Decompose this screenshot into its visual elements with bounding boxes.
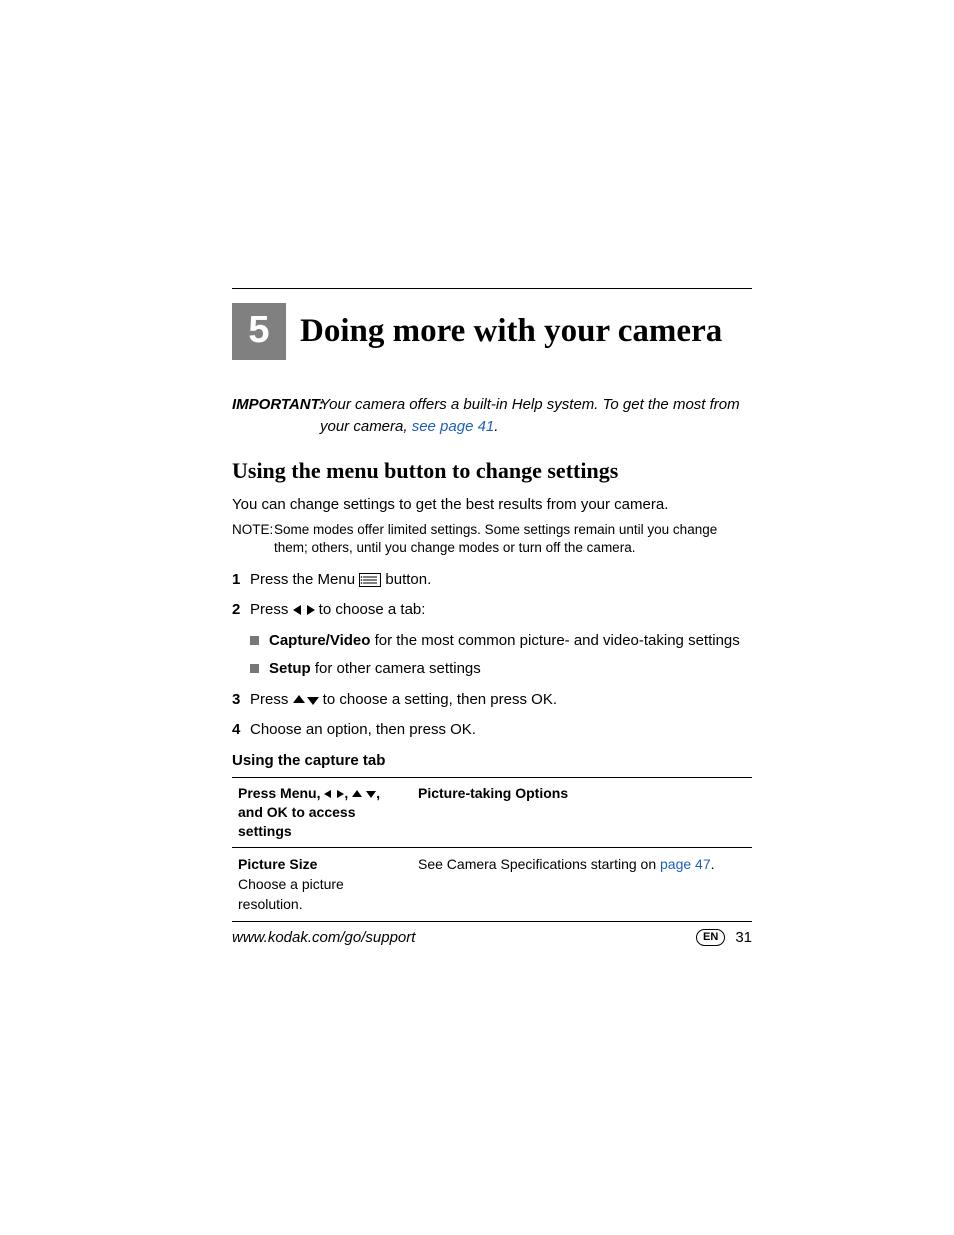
step-1-text-b: button. [381,571,431,588]
step-3-body: Press to choose a setting, then press OK… [250,689,752,712]
cell-picture-size-options: See Camera Specifications starting on pa… [412,847,752,921]
th1-b: , [344,785,352,801]
step-3-text-a: Press [250,691,293,708]
cell-picture-size: Picture Size Choose a picture resolution… [232,847,412,921]
step-1: 1 Press the Menu button. [232,569,752,592]
important-note: IMPORTANT: Your camera offers a built-in… [232,394,752,438]
chapter-number: 5 [248,309,269,352]
link-page-47[interactable]: page 47 [660,856,711,872]
step-3: 3 Press to choose a setting, then press … [232,689,752,712]
page-footer: www.kodak.com/go/support EN 31 [232,929,752,946]
step-1-body: Press the Menu button. [250,569,752,592]
bullet-1-rest: for the most common picture- and video-t… [370,632,739,649]
intro-text: You can change settings to get the best … [232,494,752,515]
page-number: 31 [735,929,752,946]
bullet-2-text: Setup for other camera settings [269,658,481,681]
step-2-text-b: to choose a tab: [315,601,426,618]
bullet-2-strong: Setup [269,660,311,677]
footer-right: EN 31 [696,929,752,946]
step-2-body: Press to choose a tab: [250,599,752,622]
note-label: NOTE: [232,521,274,557]
step-3-text-b: to choose a setting, then press OK. [319,691,557,708]
step-2-number: 2 [232,599,250,622]
step-4-number: 4 [232,719,250,742]
important-label: IMPORTANT: [232,394,320,438]
page: 5 Doing more with your camera IMPORTANT:… [0,0,954,1235]
left-right-arrows-icon [293,604,315,616]
content-area: 5 Doing more with your camera IMPORTANT:… [232,288,752,922]
section-heading: Using the menu button to change settings [232,458,752,484]
important-text-a: Your camera offers a built-in Help syste… [320,396,740,435]
important-text-b: . [494,418,498,435]
cell-right-b: . [711,856,715,872]
table-header-2: Picture-taking Options [412,777,752,847]
table-header-1: Press Menu, , , and OK to access setting… [232,777,412,847]
important-text: Your camera offers a built-in Help syste… [320,394,752,438]
capture-tab-table: Press Menu, , , and OK to access setting… [232,777,752,922]
up-down-arrows-icon [352,789,376,799]
cell-left-strong: Picture Size [238,856,317,872]
link-page-41[interactable]: see page 41 [412,418,495,435]
bullet-1-text: Capture/Video for the most common pictur… [269,630,740,653]
chapter-title: Doing more with your camera [300,313,722,350]
table-header-row: Press Menu, , , and OK to access setting… [232,777,752,847]
bullet-capture-video: Capture/Video for the most common pictur… [250,630,752,653]
footer-url[interactable]: www.kodak.com/go/support [232,929,415,946]
table-row: Picture Size Choose a picture resolution… [232,847,752,921]
bullet-1-strong: Capture/Video [269,632,370,649]
chapter-header: 5 Doing more with your camera [232,303,752,360]
note-text: Some modes offer limited settings. Some … [274,521,752,557]
step-3-number: 3 [232,689,250,712]
note: NOTE: Some modes offer limited settings.… [232,521,752,557]
bullet-icon [250,636,259,645]
step-1-number: 1 [232,569,250,592]
cell-left-sub: Choose a picture resolution. [238,876,344,912]
top-rule [232,288,752,289]
step-1-text-a: Press the Menu [250,571,359,588]
subheading-capture-tab: Using the capture tab [232,752,752,769]
step-2: 2 Press to choose a tab: [232,599,752,622]
chapter-number-box: 5 [232,303,286,360]
bullet-icon [250,664,259,673]
step-4: 4 Choose an option, then press OK. [232,719,752,742]
up-down-arrows-icon [293,694,319,706]
bullet-2-rest: for other camera settings [311,660,481,677]
bullet-setup: Setup for other camera settings [250,658,752,681]
left-right-arrows-icon [324,789,344,799]
step-2-text-a: Press [250,601,293,618]
step-4-text: Choose an option, then press OK. [250,719,752,742]
language-badge: EN [696,929,725,946]
th1-a: Press Menu, [238,785,324,801]
cell-right-a: See Camera Specifications starting on [418,856,660,872]
menu-icon [359,573,381,587]
